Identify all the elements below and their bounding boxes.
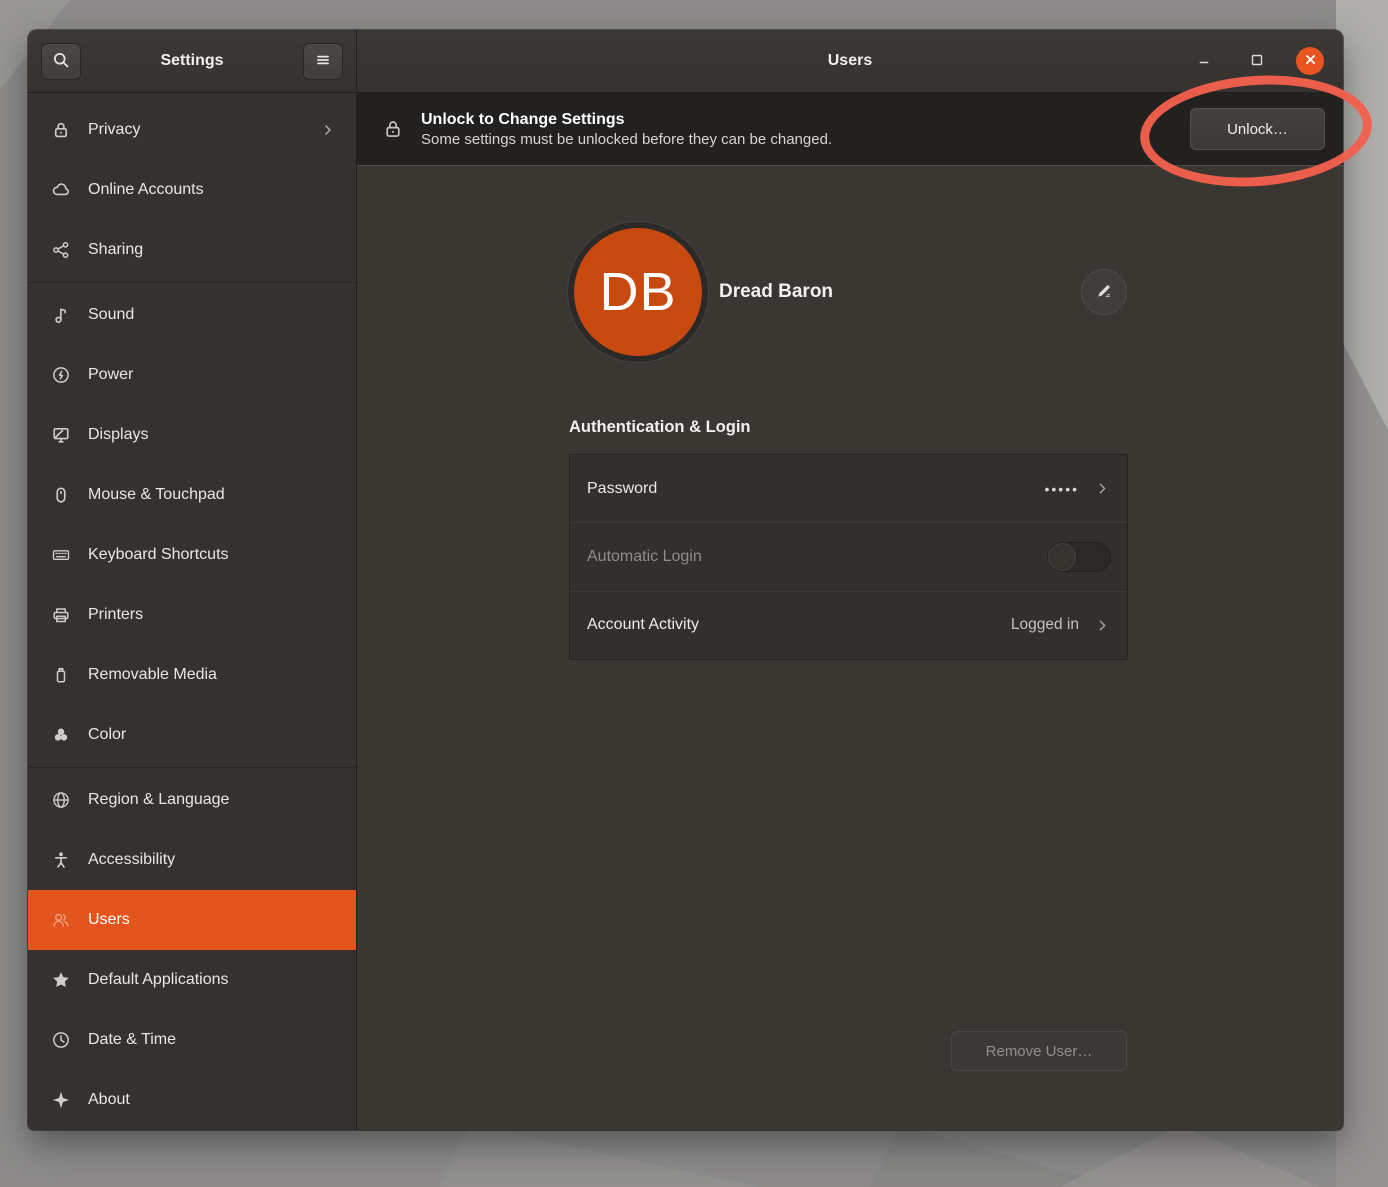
sidebar-item-power[interactable]: Power bbox=[28, 345, 356, 405]
main-panel: Users Unlock to Change Settings Some set… bbox=[356, 30, 1343, 1130]
music-note-icon bbox=[51, 305, 71, 325]
row-label: Automatic Login bbox=[587, 548, 1047, 566]
sidebar-item-label: Privacy bbox=[88, 121, 303, 139]
sidebar-item-region-language[interactable]: Region & Language bbox=[28, 770, 356, 830]
sidebar-item-label: Power bbox=[88, 366, 336, 384]
avatar-initials: DB bbox=[599, 261, 676, 323]
sidebar-item-label: Color bbox=[88, 726, 336, 744]
sidebar-item-privacy[interactable]: Privacy bbox=[28, 100, 356, 160]
display-icon bbox=[51, 425, 71, 445]
chevron-right-icon bbox=[320, 122, 336, 138]
users-icon bbox=[51, 910, 71, 930]
sidebar-item-label: Displays bbox=[88, 426, 336, 444]
password-dots: ••••• bbox=[1044, 481, 1079, 497]
sidebar-item-label: Online Accounts bbox=[88, 181, 336, 199]
minimize-button[interactable] bbox=[1190, 47, 1218, 75]
row-label: Password bbox=[587, 480, 1044, 498]
row-value: Logged in bbox=[1011, 616, 1079, 634]
sidebar-item-label: Removable Media bbox=[88, 666, 336, 684]
password-row[interactable]: Password ••••• bbox=[570, 455, 1127, 522]
maximize-icon bbox=[1249, 52, 1265, 71]
automatic-login-row: Automatic Login bbox=[570, 522, 1127, 590]
sidebar-item-mouse-touchpad[interactable]: Mouse & Touchpad bbox=[28, 465, 356, 525]
sidebar-item-accessibility[interactable]: Accessibility bbox=[28, 830, 356, 890]
menu-button[interactable] bbox=[303, 43, 343, 80]
power-icon bbox=[51, 365, 71, 385]
keyboard-icon bbox=[51, 545, 71, 565]
sidebar-item-about[interactable]: About bbox=[28, 1070, 356, 1130]
sidebar-title: Settings bbox=[81, 52, 303, 70]
sidebar-item-color[interactable]: Color bbox=[28, 705, 356, 765]
color-circles-icon bbox=[51, 725, 71, 745]
unlock-button[interactable]: Unlock… bbox=[1190, 108, 1325, 150]
sidebar-item-label: About bbox=[88, 1091, 336, 1109]
sidebar-item-label: Users bbox=[88, 911, 336, 929]
edit-name-button[interactable] bbox=[1081, 269, 1127, 315]
printer-icon bbox=[51, 605, 71, 625]
sidebar-item-sound[interactable]: Sound bbox=[28, 285, 356, 345]
sidebar-item-label: Keyboard Shortcuts bbox=[88, 546, 336, 564]
sidebar-item-displays[interactable]: Displays bbox=[28, 405, 356, 465]
sidebar-item-label: Printers bbox=[88, 606, 336, 624]
row-label: Account Activity bbox=[587, 616, 1011, 634]
sparkle-icon bbox=[51, 1090, 71, 1110]
main-headerbar: Users bbox=[357, 30, 1343, 93]
pencil-icon bbox=[1095, 282, 1113, 303]
sidebar-divider bbox=[28, 282, 356, 283]
search-button[interactable] bbox=[41, 43, 81, 80]
share-icon bbox=[51, 240, 71, 260]
sidebar-divider bbox=[28, 767, 356, 768]
chevron-right-icon bbox=[1094, 617, 1111, 634]
sidebar-item-default-applications[interactable]: Default Applications bbox=[28, 950, 356, 1010]
auth-rows: Password ••••• Automatic Login Account A… bbox=[569, 454, 1128, 660]
sidebar-item-sharing[interactable]: Sharing bbox=[28, 220, 356, 280]
remove-user-button[interactable]: Remove User… bbox=[951, 1031, 1127, 1071]
usb-drive-icon bbox=[51, 665, 71, 685]
automatic-login-toggle[interactable] bbox=[1047, 542, 1111, 572]
sidebar-item-label: Sharing bbox=[88, 241, 336, 259]
sidebar-item-label: Region & Language bbox=[88, 791, 336, 809]
section-heading: Authentication & Login bbox=[569, 418, 750, 437]
clock-icon bbox=[51, 1030, 71, 1050]
sidebar-item-label: Sound bbox=[88, 306, 336, 324]
close-icon bbox=[1303, 52, 1318, 70]
account-activity-row[interactable]: Account Activity Logged in bbox=[570, 591, 1127, 659]
banner-text: Unlock to Change Settings Some settings … bbox=[421, 111, 1173, 148]
sidebar-nav: Privacy Online Accounts Sharing Sound Po… bbox=[28, 93, 356, 1130]
user-name: Dread Baron bbox=[719, 279, 833, 305]
sidebar-item-label: Accessibility bbox=[88, 851, 336, 869]
sidebar-item-label: Date & Time bbox=[88, 1031, 336, 1049]
sidebar: Settings Privacy Online Accounts Sharing bbox=[28, 30, 356, 1130]
banner-subtitle: Some settings must be unlocked before th… bbox=[421, 131, 1173, 148]
maximize-button[interactable] bbox=[1243, 47, 1271, 75]
banner-title: Unlock to Change Settings bbox=[421, 111, 1173, 129]
window-controls bbox=[1190, 47, 1343, 75]
star-icon bbox=[51, 970, 71, 990]
sidebar-item-removable-media[interactable]: Removable Media bbox=[28, 645, 356, 705]
globe-icon bbox=[51, 790, 71, 810]
minimize-icon bbox=[1196, 52, 1212, 71]
sidebar-item-printers[interactable]: Printers bbox=[28, 585, 356, 645]
chevron-right-icon bbox=[1094, 480, 1111, 497]
search-icon bbox=[51, 50, 71, 73]
lock-icon bbox=[382, 118, 404, 140]
mouse-icon bbox=[51, 485, 71, 505]
toggle-knob bbox=[1048, 543, 1076, 571]
lock-icon bbox=[51, 120, 71, 140]
settings-window: Settings Privacy Online Accounts Sharing bbox=[28, 30, 1343, 1130]
sidebar-item-online-accounts[interactable]: Online Accounts bbox=[28, 160, 356, 220]
close-button[interactable] bbox=[1296, 47, 1324, 75]
sidebar-item-label: Default Applications bbox=[88, 971, 336, 989]
sidebar-item-users[interactable]: Users bbox=[28, 890, 356, 950]
sidebar-item-date-time[interactable]: Date & Time bbox=[28, 1010, 356, 1070]
accessibility-icon bbox=[51, 850, 71, 870]
sidebar-item-keyboard-shortcuts[interactable]: Keyboard Shortcuts bbox=[28, 525, 356, 585]
hamburger-menu-icon bbox=[313, 50, 333, 73]
sidebar-headerbar: Settings bbox=[28, 30, 356, 93]
avatar[interactable]: DB bbox=[568, 222, 708, 362]
unlock-banner: Unlock to Change Settings Some settings … bbox=[357, 93, 1343, 166]
users-panel: DB Dread Baron Authentication & Login Pa… bbox=[357, 166, 1343, 1130]
cloud-icon bbox=[51, 180, 71, 200]
sidebar-item-label: Mouse & Touchpad bbox=[88, 486, 336, 504]
